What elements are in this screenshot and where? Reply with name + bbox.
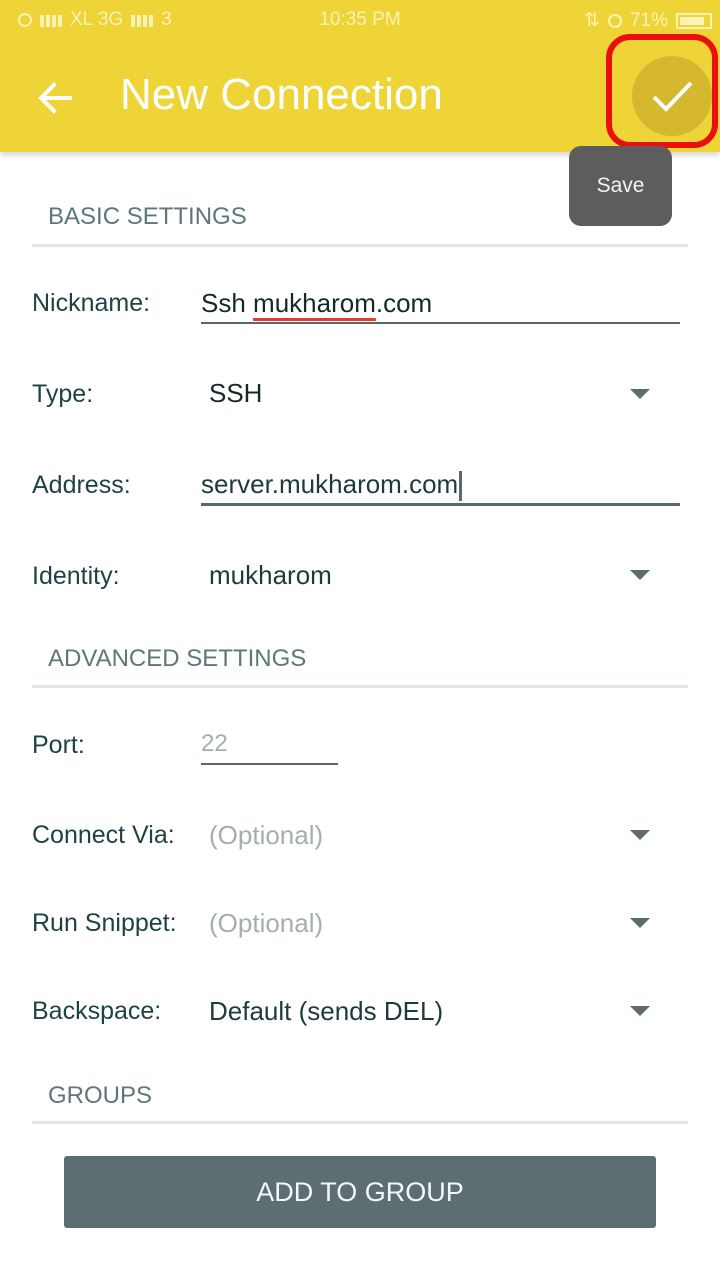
type-label: Type: [32, 380, 94, 408]
type-select[interactable]: SSH [209, 378, 262, 409]
connect-via-select[interactable]: (Optional) [209, 820, 323, 851]
section-divider [32, 685, 688, 688]
text-cursor [459, 471, 463, 502]
advanced-settings-header: ADVANCED SETTINGS [48, 645, 307, 672]
battery-icon [676, 12, 712, 29]
save-button[interactable] [632, 56, 712, 136]
battery-percent: 71% [629, 9, 668, 31]
chevron-down-icon[interactable] [630, 918, 650, 928]
nickname-value-prefix: Ssh [201, 288, 254, 318]
nickname-value-suffix: .com [375, 288, 433, 318]
chevron-down-icon[interactable] [630, 830, 650, 840]
nickname-value-misspelled: mukharom [253, 288, 376, 318]
chevron-down-icon[interactable] [630, 1006, 650, 1016]
status-bar: XL 3G 3 10:35 PM ⇅ 71% [0, 0, 720, 40]
port-underline [201, 763, 338, 765]
identity-label: Identity: [32, 562, 120, 590]
section-divider [32, 244, 688, 247]
port-field[interactable]: 22 [201, 730, 228, 758]
add-to-group-button[interactable]: ADD TO GROUP [64, 1156, 656, 1228]
nickname-underline [201, 322, 680, 324]
address-value: server.mukharom.com [201, 469, 459, 499]
address-underline [201, 503, 680, 506]
page-title: New Connection [120, 70, 443, 119]
section-divider [32, 1121, 688, 1124]
save-tooltip: Save [569, 146, 672, 226]
identity-select[interactable]: mukharom [209, 560, 332, 591]
nickname-label: Nickname: [32, 289, 151, 317]
run-snippet-select[interactable]: (Optional) [209, 908, 323, 939]
groups-header: GROUPS [48, 1082, 153, 1109]
port-label: Port: [32, 731, 85, 759]
back-button[interactable] [30, 72, 82, 124]
backspace-select[interactable]: Default (sends DEL) [209, 996, 443, 1027]
chevron-down-icon[interactable] [630, 570, 650, 580]
arrow-back-icon [38, 82, 72, 114]
nickname-field[interactable]: Ssh mukharom.com [201, 288, 432, 319]
check-icon [652, 81, 693, 112]
run-snippet-label: Run Snippet: [32, 909, 177, 937]
backspace-label: Backspace: [32, 997, 162, 1025]
address-label: Address: [32, 471, 131, 499]
address-field[interactable]: server.mukharom.com [201, 469, 463, 502]
chevron-down-icon[interactable] [630, 389, 650, 399]
connect-via-label: Connect Via: [32, 821, 175, 849]
alarm-icon [607, 13, 622, 28]
data-transfer-icon: ⇅ [584, 10, 600, 31]
app-bar: XL 3G 3 10:35 PM ⇅ 71% New Connection [0, 0, 720, 152]
basic-settings-header: BASIC SETTINGS [48, 203, 247, 230]
